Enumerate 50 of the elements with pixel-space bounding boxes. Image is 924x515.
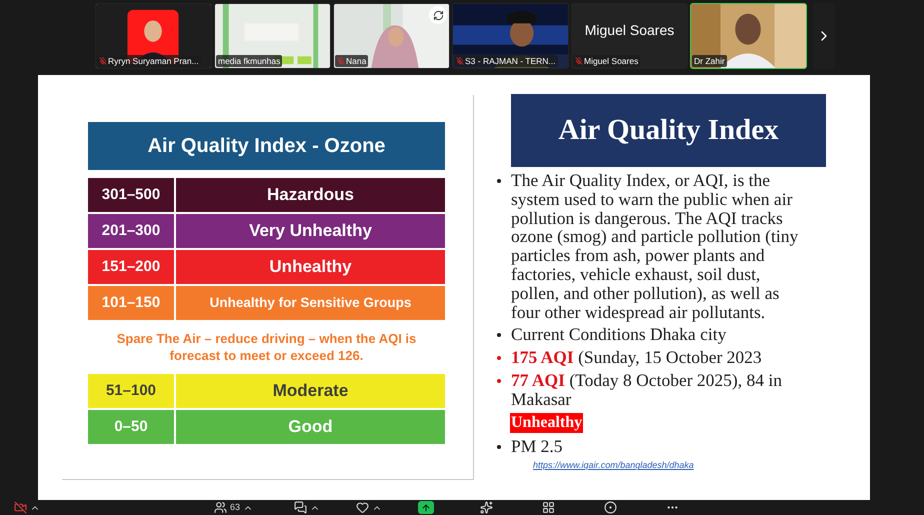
bullet-icon	[497, 356, 501, 360]
bullet-text: 77 AQI (Today 8 October 2025), 84 in Makasar	[511, 370, 783, 409]
range-cell: 201–300	[88, 214, 174, 248]
bullet-text: Current Conditions Dhaka city	[511, 325, 726, 344]
name-label: media fkmunhas	[216, 55, 282, 67]
bullet-icon	[497, 378, 501, 383]
bullet-text: The Air Quality Index, or AQI, is the system used to warn the public when air pollution is dangerous. The AQI tracks ozone (smog) and particle pollution (tiny particles from ash, power plants and factories, vehicle exhaust, soil dust, pollen, and other pollution), as well as four other widespread air pollutants.	[511, 171, 800, 322]
status-tag: Unhealthy	[510, 412, 584, 433]
table-title: Air Quality Index - Ozone	[88, 122, 445, 170]
participant-display-name: Miguel Soares	[584, 20, 674, 40]
name-label: Ryryn Suryaman Pran...	[97, 55, 201, 67]
range-cell: 0–50	[88, 410, 174, 444]
spare-the-air-note: Spare The Air – reduce driving – when the AQI is forecast to meet or exceed 126.	[116, 330, 418, 364]
apps-icon[interactable]	[542, 501, 555, 514]
category-cell: Very Unhealthy	[176, 214, 445, 248]
range-cell: 151–200	[88, 250, 174, 284]
name-label: Miguel Soares	[573, 55, 640, 67]
category-cell: Moderate	[176, 374, 445, 408]
name-label: Dr Zahir	[692, 55, 727, 67]
bullet-icon	[497, 179, 501, 183]
video-tile[interactable]: Nana	[333, 3, 450, 69]
refresh-icon	[432, 10, 444, 20]
range-cell: 101–150	[88, 286, 174, 320]
bullet-text: 175 AQI (Sunday, 15 October 2023	[511, 348, 762, 367]
video-tile[interactable]: Dr Zahir	[690, 3, 807, 69]
video-tile[interactable]: Ryryn Suryaman Pran...	[95, 3, 212, 69]
range-cell: 301–500	[88, 178, 174, 212]
name-label: S3 - RAJMAN - TERN...	[454, 55, 558, 67]
video-off-icon[interactable]	[14, 501, 27, 514]
category-cell: Good	[176, 410, 445, 444]
share-screen-icon[interactable]	[418, 501, 434, 514]
category-cell: Hazardous	[176, 178, 445, 212]
chat-icon[interactable]	[294, 501, 307, 514]
participants-icon[interactable]	[214, 501, 227, 514]
sparkle-icon[interactable]	[480, 501, 493, 514]
heart-icon[interactable]	[356, 501, 369, 514]
bullet-icon	[497, 444, 501, 449]
record-icon[interactable]	[604, 501, 617, 514]
video-tile[interactable]: media fkmunhas	[214, 3, 331, 69]
participant-count: 63	[230, 500, 240, 514]
slide-title: Air Quality Index	[511, 94, 826, 167]
participant-tile[interactable]: Miguel Soares Miguel Soares	[571, 3, 688, 69]
range-cell: 51–100	[88, 374, 174, 408]
bullet-icon	[497, 333, 501, 338]
name-label: Nana	[335, 55, 368, 67]
source-link[interactable]: https://www.iqair.com/bangladesh/dhaka	[533, 459, 813, 473]
category-cell: Unhealthy for Sensitive Groups	[176, 286, 445, 320]
video-tile[interactable]: S3 - RAJMAN - TERN...	[452, 3, 569, 69]
category-cell: Unhealthy	[176, 250, 445, 284]
bullet-text: PM 2.5	[511, 436, 563, 456]
